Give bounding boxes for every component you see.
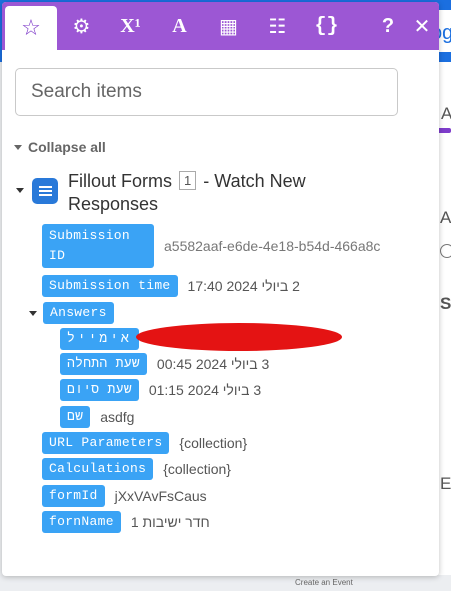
field-tag-end-time[interactable]: שעת סיום <box>60 379 139 401</box>
close-icon: ✕ <box>413 15 431 38</box>
field-value: 3 ביולי 2024 01:15 <box>148 382 262 398</box>
field-tag-email[interactable]: אימייל <box>60 328 139 350</box>
field-value: {collection} <box>179 435 248 451</box>
field-tag-submission-time[interactable]: Submission time <box>42 275 178 297</box>
background-status-text: Create an Event <box>295 578 353 587</box>
search-input[interactable] <box>15 68 398 116</box>
tab-array[interactable]: ☷ <box>253 2 302 50</box>
calendar-icon: ▦ <box>219 15 238 38</box>
module-name: Fillout Forms <box>68 171 173 191</box>
collapse-all-label: Collapse all <box>28 139 106 155</box>
tab-text[interactable]: A <box>155 2 204 50</box>
background-letter: A <box>440 208 451 227</box>
field-row[interactable]: fornName חדר ישיבות 1 <box>42 511 210 533</box>
tab-favorites[interactable]: ☆ <box>5 6 57 50</box>
braces-icon: {} <box>314 14 339 38</box>
star-icon: ☆ <box>21 15 41 40</box>
field-row[interactable]: אימייל <box>60 328 139 350</box>
field-tag-answers[interactable]: Answers <box>43 302 114 324</box>
field-value: {collection} <box>163 461 231 477</box>
text-icon: A <box>172 14 187 37</box>
background-letter: Er <box>440 474 451 493</box>
field-row[interactable]: URL Parameters {collection} <box>42 432 247 454</box>
field-row[interactable]: formId jXxVAvFsCaus <box>42 485 207 507</box>
module-node[interactable]: Fillout Forms 1 - Watch New Responses <box>16 170 368 216</box>
background-footer <box>0 575 451 591</box>
caret-down-icon[interactable] <box>16 188 24 193</box>
help-icon: ? <box>381 14 395 37</box>
tab-math[interactable]: X¹ <box>106 2 155 50</box>
field-row[interactable]: Submission time 2 ביולי 2024 17:40 <box>42 275 300 297</box>
close-button[interactable]: ✕ <box>405 2 439 50</box>
field-value: asdfg <box>100 409 135 425</box>
field-row[interactable]: שם asdfg <box>60 406 134 428</box>
tab-date[interactable]: ▦ <box>204 2 253 50</box>
field-row[interactable]: Answers <box>29 302 114 324</box>
field-value: חדר ישיבות 1 <box>130 514 210 530</box>
background-letter: S <box>440 294 451 313</box>
field-tag-start-time[interactable]: שעת התחלה <box>60 353 147 375</box>
field-value: jXxVAvFsCaus <box>114 488 207 504</box>
redaction-mark <box>136 323 342 351</box>
gear-icon: ⚙ <box>72 15 91 38</box>
field-row[interactable]: Submission ID a5582aaf-e6de-4e18-b54d-46… <box>42 224 380 268</box>
field-tag-form-id[interactable]: formId <box>42 485 105 507</box>
field-value: 2 ביולי 2024 17:40 <box>187 278 300 294</box>
background-letter: A <box>441 104 451 123</box>
field-row[interactable]: שעת סיום 3 ביולי 2024 01:15 <box>60 379 261 401</box>
caret-down-icon[interactable] <box>29 310 37 316</box>
tab-variables[interactable]: {} <box>302 2 351 50</box>
panel-tab-bar: ☆ ⚙ X¹ A ▦ ☷ {} ? ✕ <box>2 2 439 50</box>
module-title: Fillout Forms 1 - Watch New Responses <box>68 170 368 216</box>
field-tag-form-name[interactable]: fornName <box>42 511 121 533</box>
mapping-panel: ☆ ⚙ X¹ A ▦ ☷ {} ? ✕ Collapse all <box>2 2 439 576</box>
field-row[interactable]: שעת התחלה 3 ביולי 2024 00:45 <box>60 353 269 375</box>
field-tag-name[interactable]: שם <box>60 406 91 428</box>
superscript-icon: X¹ <box>120 14 141 37</box>
background-accent-bar <box>437 128 451 133</box>
fillout-forms-icon <box>32 178 58 204</box>
field-value: a5582aaf-e6de-4e18-b54d-466a8c <box>164 238 381 254</box>
field-tag-submission-id[interactable]: Submission ID <box>42 224 154 268</box>
help-button[interactable]: ? <box>371 2 405 50</box>
field-tag-calculations[interactable]: Calculations <box>42 458 154 480</box>
table-icon: ☷ <box>268 15 287 38</box>
collapse-all-toggle[interactable]: Collapse all <box>14 139 106 155</box>
field-value: 3 ביולי 2024 00:45 <box>156 356 270 372</box>
module-number-badge: 1 <box>179 171 197 190</box>
tab-general[interactable]: ⚙ <box>57 2 106 50</box>
caret-down-icon <box>14 144 22 150</box>
field-row[interactable]: Calculations {collection} <box>42 458 231 480</box>
field-tag-url-parameters[interactable]: URL Parameters <box>42 432 170 454</box>
background-radio[interactable] <box>440 244 451 258</box>
